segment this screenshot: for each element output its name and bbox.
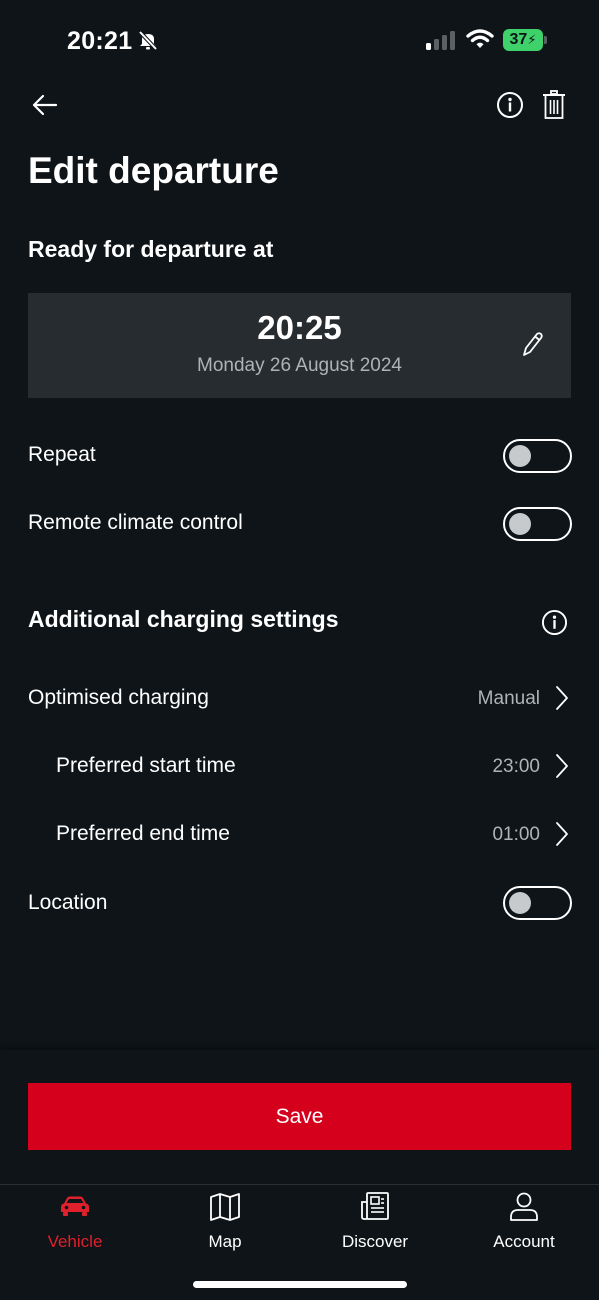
- preferred-end-time-row[interactable]: Preferred end time 01:00: [0, 808, 599, 862]
- toggle-knob: [509, 513, 531, 535]
- departure-date: Monday 26 August 2024: [197, 355, 402, 376]
- location-label: Location: [28, 891, 108, 914]
- news-icon: [361, 1192, 389, 1220]
- info-icon[interactable]: [541, 609, 568, 636]
- preferred-end-time-label: Preferred end time: [56, 822, 230, 845]
- tab-map[interactable]: Map: [150, 1190, 300, 1260]
- bell-muted-icon: [137, 29, 159, 51]
- tab-map-label: Map: [208, 1232, 242, 1251]
- pencil-icon[interactable]: [520, 331, 544, 359]
- climate-toggle[interactable]: [503, 507, 572, 541]
- charging-section-title: Additional charging settings: [28, 606, 339, 632]
- chevron-right-icon: [556, 754, 568, 778]
- user-icon: [510, 1192, 538, 1221]
- departure-subtitle: Ready for departure at: [28, 236, 274, 262]
- toggle-knob: [509, 892, 531, 914]
- back-button[interactable]: [28, 88, 62, 122]
- tab-discover[interactable]: Discover: [300, 1190, 450, 1260]
- optimised-charging-value: Manual: [477, 688, 540, 709]
- departure-time: 20:25: [257, 309, 342, 346]
- optimised-charging-row[interactable]: Optimised charging Manual: [0, 672, 599, 726]
- info-button[interactable]: [494, 89, 526, 121]
- preferred-start-time-label: Preferred start time: [56, 754, 236, 777]
- battery-level: 37 ⚡: [503, 29, 543, 51]
- trash-icon: [543, 90, 565, 119]
- optimised-charging-label: Optimised charging: [28, 686, 209, 709]
- home-indicator[interactable]: [193, 1281, 407, 1288]
- delete-button[interactable]: [540, 89, 568, 121]
- preferred-start-time-value: 23:00: [492, 756, 540, 777]
- climate-label: Remote climate control: [28, 511, 243, 534]
- cellular-signal-icon: [425, 30, 457, 50]
- tab-discover-label: Discover: [341, 1232, 409, 1251]
- wifi-icon: [466, 28, 494, 50]
- page-title: Edit departure: [28, 150, 279, 191]
- map-icon: [210, 1193, 240, 1221]
- status-time: 20:21: [67, 27, 133, 55]
- preferred-end-time-value: 01:00: [492, 824, 540, 845]
- tab-account[interactable]: Account: [449, 1190, 599, 1260]
- departure-time-card[interactable]: 20:25 Monday 26 August 2024: [28, 293, 571, 398]
- info-icon: [497, 92, 523, 118]
- battery-percent: 37: [509, 31, 528, 48]
- tab-account-label: Account: [493, 1232, 555, 1251]
- repeat-toggle[interactable]: [503, 439, 572, 473]
- tab-vehicle[interactable]: Vehicle: [0, 1190, 150, 1260]
- chevron-right-icon: [556, 686, 568, 710]
- car-icon: [61, 1196, 89, 1216]
- chevron-right-icon: [556, 822, 568, 846]
- status-bar: 20:21 37 ⚡: [0, 0, 599, 82]
- save-button[interactable]: Save: [28, 1083, 571, 1150]
- preferred-start-time-row[interactable]: Preferred start time 23:00: [0, 740, 599, 794]
- location-toggle[interactable]: [503, 886, 572, 920]
- tab-vehicle-label: Vehicle: [47, 1232, 103, 1251]
- arrow-left-icon: [32, 94, 58, 116]
- toggle-knob: [509, 445, 531, 467]
- repeat-label: Repeat: [28, 443, 96, 466]
- battery-icon: 37 ⚡: [503, 29, 547, 51]
